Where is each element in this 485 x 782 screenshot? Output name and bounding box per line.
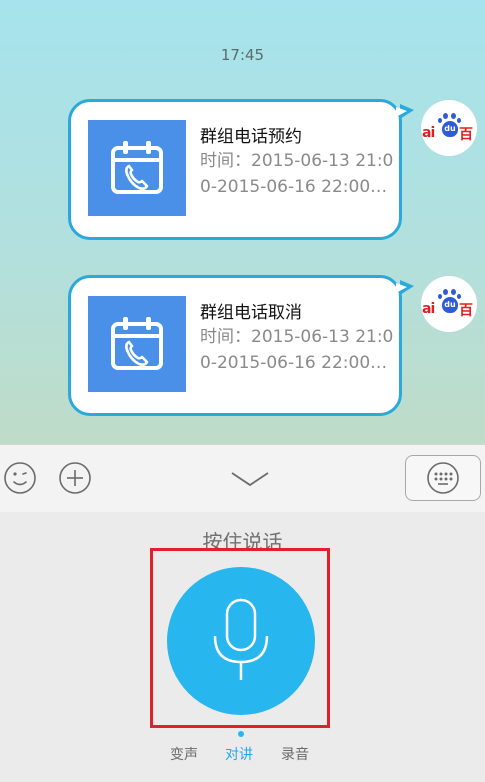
plus-icon[interactable]	[58, 461, 92, 495]
calendar-phone-icon	[88, 296, 186, 392]
message-body: 时间：2015-06-13 21:00-2015-06-16 22:00…	[200, 151, 394, 197]
avatar[interactable]: ai du 百	[421, 100, 477, 156]
tab-voice-change[interactable]: 变声	[170, 744, 198, 764]
message-title: 群组电话预约	[200, 127, 302, 147]
keyboard-icon	[427, 462, 459, 494]
voice-panel: 按住说话 变声 对讲 录音	[0, 512, 485, 782]
input-toolbar	[0, 444, 485, 512]
baidu-logo-icon: ai du 百	[422, 113, 476, 143]
voice-mode-tabs: 变声 对讲 录音	[0, 744, 485, 768]
bubble-tail	[396, 280, 414, 295]
calendar-phone-icon	[88, 120, 186, 216]
smiley-icon[interactable]	[3, 461, 37, 495]
hold-to-talk-button[interactable]	[167, 567, 315, 715]
avatar[interactable]: ai du 百	[421, 276, 477, 332]
microphone-icon	[213, 598, 269, 680]
message-timestamp: 17:45	[220, 46, 265, 64]
chevron-down-icon[interactable]	[230, 467, 270, 491]
message-body: 时间：2015-06-13 21:00-2015-06-16 22:00…	[200, 327, 394, 373]
page-indicator-dot	[238, 731, 244, 737]
message-card[interactable]: 群组电话预约 时间：2015-06-13 21:00-2015-06-16 22…	[68, 99, 414, 240]
message-card[interactable]: 群组电话取消 时间：2015-06-13 21:00-2015-06-16 22…	[68, 275, 414, 416]
chat-area: 17:45 群组电话预约 时间：2015-06-13 21:00-2015-06…	[0, 0, 485, 444]
tab-intercom[interactable]: 对讲	[225, 744, 253, 764]
bubble-tail	[396, 104, 414, 119]
baidu-logo-icon: ai du 百	[422, 289, 476, 319]
keyboard-toggle-button[interactable]	[405, 455, 481, 501]
tab-record[interactable]: 录音	[281, 744, 309, 764]
message-title: 群组电话取消	[200, 303, 302, 323]
